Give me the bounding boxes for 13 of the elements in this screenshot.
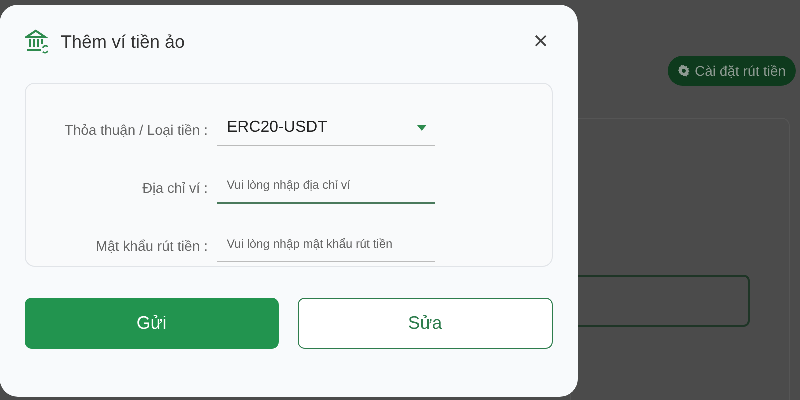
- bank-icon: [25, 29, 51, 55]
- currency-select[interactable]: ERC20-USDT: [217, 110, 435, 146]
- field-label: Thỏa thuận / Loại tiền :: [64, 122, 208, 140]
- input-field[interactable]: Vui lòng nhập địa chỉ ví: [217, 168, 435, 204]
- gear-icon: [678, 65, 690, 77]
- dialog-title: Thêm ví tiền ảo: [61, 32, 186, 52]
- caret-icon: [417, 124, 427, 130]
- settings-button[interactable]: Cài đặt rút tiền: [668, 56, 796, 86]
- input-field[interactable]: Vui lòng nhập mật khẩu rút tiền: [217, 226, 435, 262]
- field-label: Địa chỉ ví :: [142, 180, 208, 198]
- field-label: Mật khẩu rút tiền :: [94, 238, 208, 256]
- edit-button[interactable]: Sửa: [298, 298, 553, 349]
- send-button[interactable]: Gửi: [25, 298, 278, 349]
